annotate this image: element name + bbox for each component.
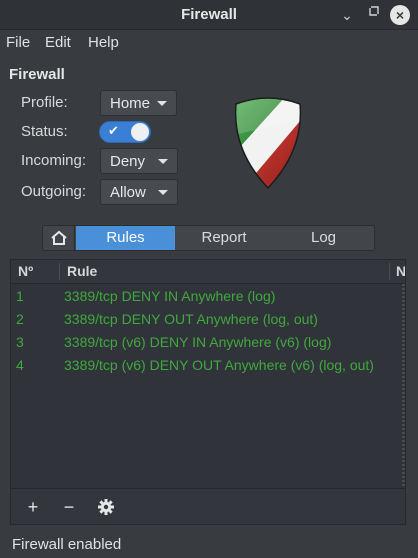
status-bar-text: Firewall enabled — [12, 536, 122, 553]
status-label: Status: — [21, 123, 68, 140]
table-row[interactable]: 3 3389/tcp (v6) DENY IN Anywhere (v6) (l… — [11, 331, 405, 353]
table-row[interactable]: 1 3389/tcp DENY IN Anywhere (log) — [11, 285, 405, 307]
scrollbar[interactable] — [402, 284, 405, 488]
rule-number: 3 — [16, 334, 24, 350]
tab-report[interactable]: Report — [175, 226, 273, 250]
incoming-dropdown[interactable]: Deny — [100, 148, 178, 174]
minimize-button[interactable]: ⌄ — [337, 5, 357, 25]
title-bar: Firewall ⌄ × — [0, 0, 418, 30]
incoming-value: Deny — [110, 153, 146, 170]
table-header: Nº Rule N — [11, 260, 405, 284]
view-tabs: Rules Report Log — [42, 225, 375, 251]
menu-file[interactable]: File — [6, 34, 30, 51]
table-row[interactable]: 4 3389/tcp (v6) DENY OUT Anywhere (v6) (… — [11, 354, 405, 376]
rules-toolbar: + − — [10, 489, 406, 525]
check-icon: ✔ — [108, 123, 119, 138]
home-icon — [51, 230, 67, 245]
rule-number: 1 — [16, 288, 24, 304]
profile-label: Profile: — [21, 94, 68, 111]
rule-number: 2 — [16, 311, 24, 327]
incoming-label: Incoming: — [21, 152, 87, 169]
rule-text: 3389/tcp (v6) DENY OUT Anywhere (v6) (lo… — [64, 357, 374, 373]
add-rule-button[interactable]: + — [22, 496, 44, 518]
rule-number: 4 — [16, 357, 24, 373]
maximize-button[interactable] — [364, 5, 384, 25]
remove-rule-button[interactable]: − — [58, 496, 80, 518]
column-divider — [389, 263, 390, 280]
outgoing-value: Allow — [110, 184, 146, 201]
outgoing-label: Outgoing: — [21, 183, 87, 200]
column-divider — [59, 263, 60, 280]
status-toggle[interactable]: ✔ — [99, 121, 151, 143]
rule-text: 3389/tcp DENY IN Anywhere (log) — [64, 288, 276, 304]
close-button[interactable]: × — [390, 5, 410, 25]
tab-log[interactable]: Log — [273, 226, 374, 250]
section-title: Firewall — [9, 66, 65, 83]
tab-home[interactable] — [43, 226, 75, 250]
chevron-down-icon — [158, 190, 168, 195]
edit-rule-button[interactable] — [95, 496, 117, 518]
column-header-rule[interactable]: Rule — [67, 263, 97, 279]
outgoing-dropdown[interactable]: Allow — [100, 179, 178, 205]
chevron-down-icon — [157, 101, 167, 106]
profile-value: Home — [110, 95, 151, 112]
rule-text: 3389/tcp DENY OUT Anywhere (log, out) — [64, 311, 318, 327]
column-header-number[interactable]: Nº — [18, 263, 33, 279]
profile-dropdown[interactable]: Home — [100, 90, 177, 116]
maximize-icon — [369, 6, 379, 16]
rules-table: Nº Rule N 1 3389/tcp DENY IN Anywhere (l… — [10, 259, 406, 489]
menu-help[interactable]: Help — [88, 34, 119, 51]
table-row[interactable]: 2 3389/tcp DENY OUT Anywhere (log, out) — [11, 308, 405, 330]
tab-rules[interactable]: Rules — [76, 226, 175, 250]
menu-bar: File Edit Help — [0, 31, 418, 55]
toggle-knob — [131, 123, 149, 141]
menu-edit[interactable]: Edit — [45, 34, 71, 51]
column-header-next[interactable]: N — [396, 263, 405, 279]
firewall-shield-logo — [234, 97, 302, 190]
gear-icon — [98, 499, 114, 515]
chevron-down-icon — [158, 159, 168, 164]
rule-text: 3389/tcp (v6) DENY IN Anywhere (v6) (log… — [64, 334, 332, 350]
